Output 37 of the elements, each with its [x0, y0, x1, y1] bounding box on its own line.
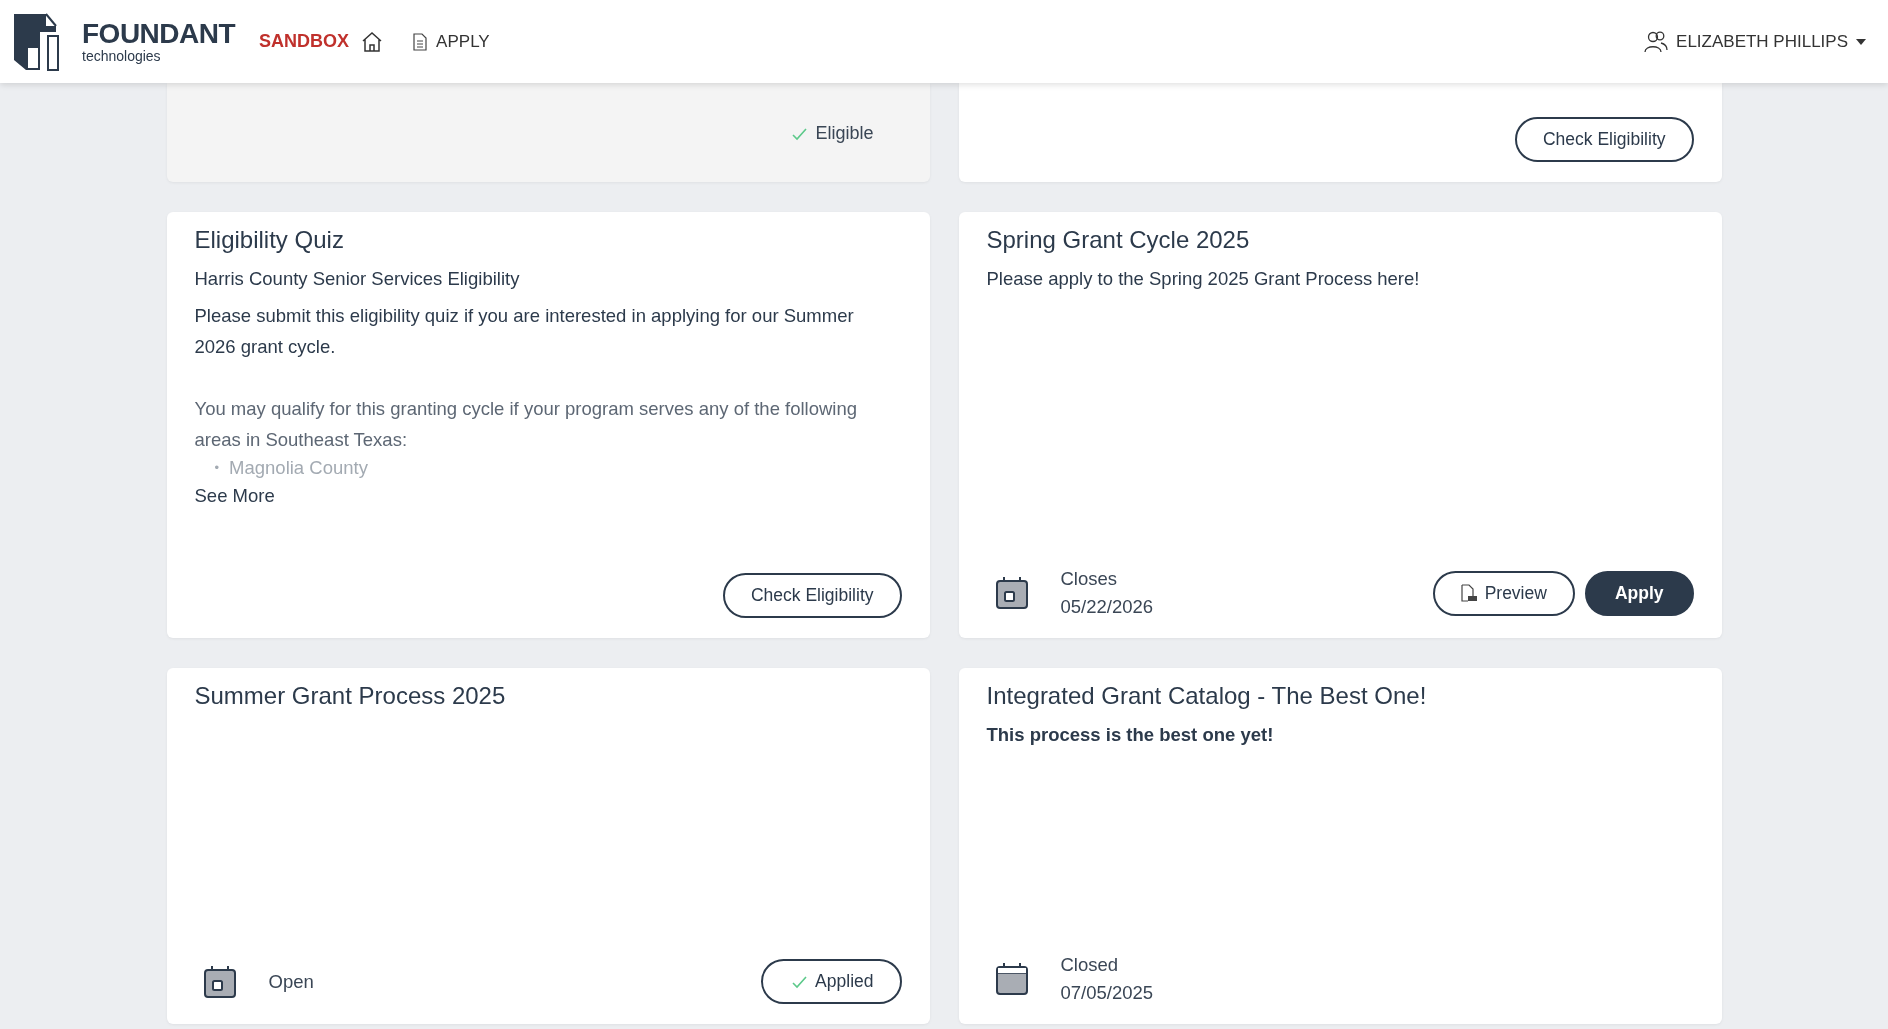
- date-value: 07/05/2025: [1060, 982, 1154, 1004]
- applied-button[interactable]: Applied: [761, 959, 902, 1004]
- calendar-icon: [202, 964, 237, 999]
- card-title: Spring Grant Cycle 2025: [986, 226, 1251, 254]
- bullet: •: [214, 459, 220, 477]
- date-status: Closed: [1060, 954, 1120, 976]
- check-eligibility-button[interactable]: Check Eligibility: [722, 573, 902, 618]
- card-subtitle: This process is the best one yet!: [986, 724, 1275, 746]
- card-subtitle: Please apply to the Spring 2025 Grant Process here!: [986, 268, 1421, 290]
- logo-tagline: technologies: [82, 47, 162, 64]
- environment-label: SANDBOX: [259, 31, 350, 52]
- card-title: Integrated Grant Catalog - The Best One!: [986, 682, 1428, 710]
- users-icon: [1644, 30, 1669, 53]
- check-eligibility-button[interactable]: Check Eligibility: [1514, 117, 1694, 162]
- preview-button[interactable]: Preview: [1432, 570, 1575, 616]
- apply-button[interactable]: Apply: [1584, 570, 1694, 616]
- calendar-icon: [994, 576, 1029, 610]
- card-title: Eligibility Quiz: [194, 226, 345, 254]
- calendar-icon: [994, 962, 1029, 996]
- home-link[interactable]: [361, 30, 384, 53]
- logo-wordmark: FOUNDANT: [82, 19, 236, 48]
- user-menu[interactable]: ELIZABETH PHILLIPS: [1644, 30, 1866, 53]
- caret-icon: [1856, 38, 1866, 45]
- date-value: 05/22/2026: [1060, 596, 1154, 618]
- list-item: Magnolia County: [229, 456, 368, 480]
- status-label: Eligible: [815, 123, 874, 144]
- description-text: You may qualify for this granting cycle if your program serves any of the following areas in Southeast Texas:: [194, 397, 859, 452]
- see-more-link[interactable]: See More: [194, 485, 275, 507]
- date-status: Open: [268, 970, 314, 993]
- card-subtitle: Harris County Senior Services Eligibility: [194, 268, 521, 290]
- date-status: Closes: [1060, 568, 1119, 590]
- home-icon: [361, 30, 384, 53]
- card-title: Summer Grant Process 2025: [194, 682, 507, 710]
- description-text: Please submit this eligibility quiz if you are interested in applying for our Summer 2026 grant cycle.: [194, 304, 855, 359]
- pdf-file-icon: [1460, 584, 1477, 602]
- document-icon: [413, 32, 428, 51]
- nav-link[interactable]: APPLY: [413, 31, 490, 52]
